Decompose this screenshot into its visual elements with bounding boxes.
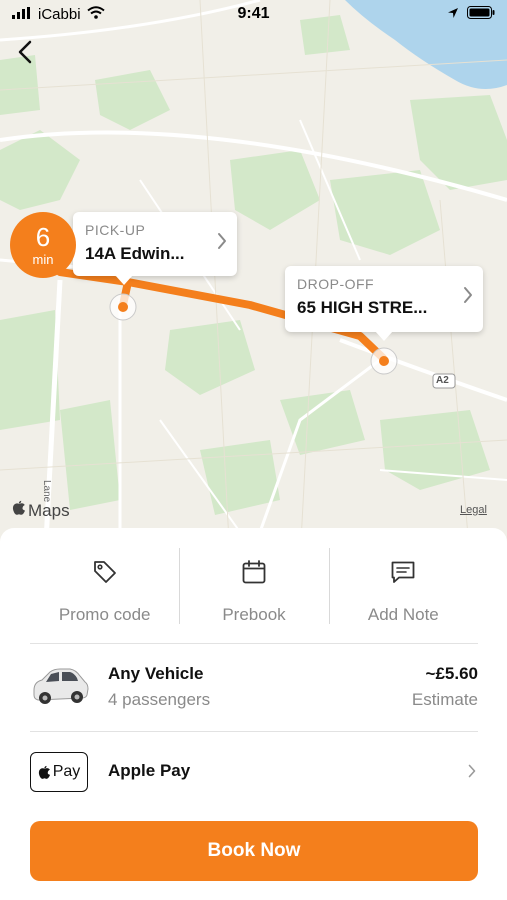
promo-code-label: Promo code — [58, 605, 151, 624]
dropoff-card[interactable]: DROP-OFF 65 HIGH STRE... — [285, 266, 483, 341]
book-now-button[interactable]: Book Now — [30, 821, 478, 881]
carrier-name: iCabbi — [38, 5, 81, 23]
prebook-label: Prebook — [222, 605, 286, 624]
pickup-pin — [109, 293, 137, 321]
add-note-label: Add Note — [367, 605, 439, 624]
fare-price: ~£5.60 — [425, 664, 478, 683]
eta-value: 6 — [35, 221, 51, 252]
chevron-right-icon — [463, 286, 473, 309]
divider — [30, 643, 478, 644]
street-label: Lane — [41, 480, 52, 503]
wifi-icon — [86, 5, 105, 23]
car-icon — [30, 662, 90, 713]
pickup-label: PICK-UP — [85, 222, 146, 238]
dropoff-address: 65 HIGH STRE... — [297, 298, 428, 317]
pickup-address: 14A Edwin... — [85, 244, 185, 263]
tag-icon — [91, 558, 119, 591]
battery-icon — [467, 5, 495, 23]
prebook-button[interactable]: Prebook — [179, 548, 328, 644]
vehicle-passengers: 4 passengers — [108, 690, 211, 709]
status-bar: iCabbi 9:41 — [0, 0, 507, 28]
chevron-right-icon — [468, 764, 476, 783]
vehicle-row[interactable]: Any Vehicle 4 passengers ~£5.60 Estimate — [30, 654, 478, 732]
vehicle-name: Any Vehicle — [108, 664, 204, 683]
back-button[interactable] — [10, 36, 40, 68]
options-row: Promo code Prebook Add Note — [30, 548, 478, 644]
maps-attribution: Maps — [12, 500, 70, 521]
add-note-button[interactable]: Add Note — [328, 548, 478, 644]
calendar-icon — [240, 558, 268, 591]
promo-code-button[interactable]: Promo code — [30, 548, 179, 644]
apple-logo-icon — [38, 765, 50, 779]
pickup-card[interactable]: PICK-UP 14A Edwin... — [73, 212, 237, 285]
fare-estimate-label: Estimate — [411, 690, 478, 709]
location-arrow-icon — [447, 6, 459, 23]
chevron-right-icon — [217, 232, 227, 255]
eta-badge: 6 min — [10, 212, 76, 278]
dropoff-pin — [370, 347, 398, 375]
signal-icon — [12, 6, 32, 23]
apple-logo-icon — [12, 500, 26, 521]
note-icon — [389, 558, 417, 591]
payment-method-name: Apple Pay — [108, 761, 191, 780]
booking-sheet: Promo code Prebook Add Note Any Vehicle … — [0, 528, 507, 900]
apple-pay-icon: Pay — [30, 752, 88, 792]
maps-provider: Maps — [28, 500, 70, 520]
legal-link[interactable]: Legal — [460, 504, 487, 516]
dropoff-label: DROP-OFF — [297, 276, 375, 292]
apple-pay-badge-text: Pay — [52, 763, 81, 780]
back-arrow-icon — [18, 40, 32, 64]
map-view[interactable]: A2 Lane iCabbi 9:41 6 min PICK-UP 14A Ed… — [0, 0, 507, 560]
road-label: A2 — [436, 375, 449, 386]
divider — [30, 731, 478, 732]
eta-unit: min — [32, 251, 54, 267]
payment-row[interactable]: Pay Apple Pay — [30, 744, 478, 800]
